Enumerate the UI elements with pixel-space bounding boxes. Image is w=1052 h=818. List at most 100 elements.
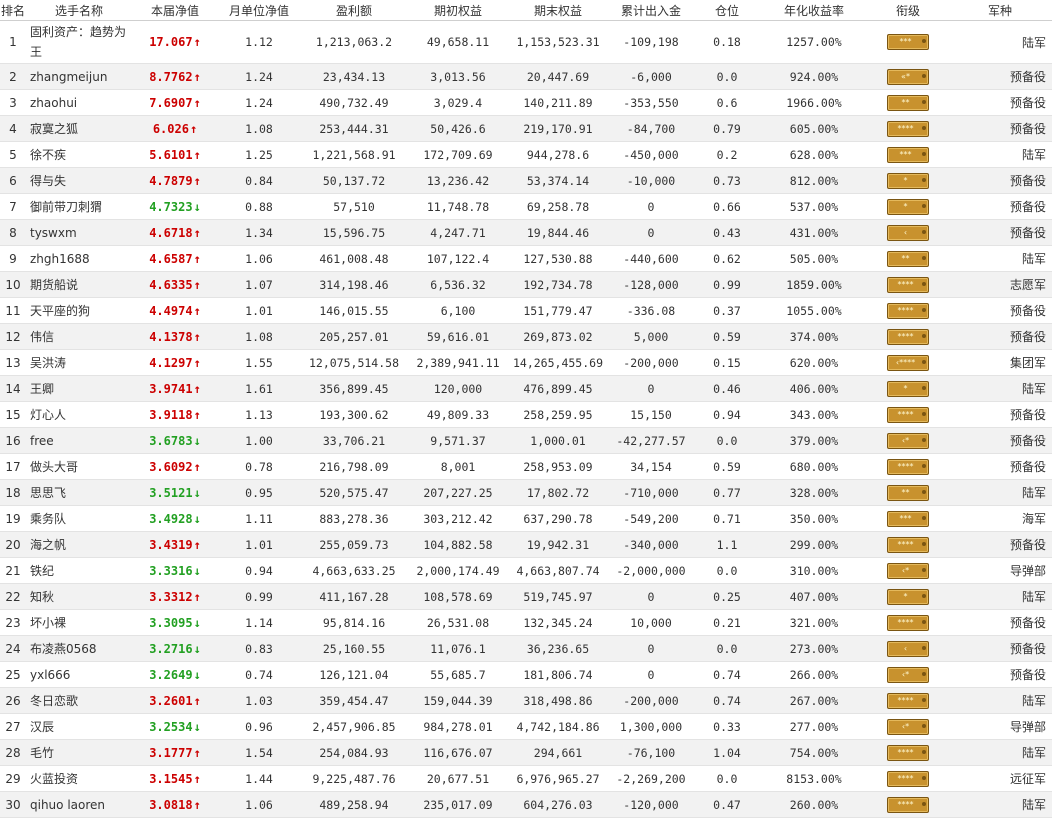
rank-cell: 14 bbox=[0, 375, 26, 402]
end-equity-cell: 4,663,807.74 bbox=[508, 557, 608, 584]
player-name-link[interactable]: 做头大哥 bbox=[26, 453, 132, 480]
player-name-link[interactable]: 寂寞之狐 bbox=[26, 115, 132, 142]
month-nav-cell: 0.88 bbox=[218, 193, 300, 220]
header-profit[interactable]: 盈利额 bbox=[300, 0, 408, 21]
player-name-link[interactable]: 布凌燕0568 bbox=[26, 635, 132, 662]
insignia-stars: ‹**** bbox=[895, 357, 916, 367]
player-name-link[interactable]: 灯心人 bbox=[26, 401, 132, 428]
start-equity-cell: 13,236.42 bbox=[408, 167, 508, 194]
end-equity-cell: 20,447.69 bbox=[508, 63, 608, 90]
annual-return-cell: 267.00% bbox=[760, 687, 868, 714]
nav-value: 4.4974 bbox=[149, 303, 193, 318]
nav-value: 3.9118 bbox=[149, 407, 193, 422]
end-equity-cell: 151,779.47 bbox=[508, 297, 608, 324]
player-name-link[interactable]: free bbox=[26, 427, 132, 454]
player-name-link[interactable]: 固利资产：趋势为王 bbox=[26, 20, 132, 64]
rank-insignia-cell: ‹**** bbox=[868, 349, 948, 376]
net-flow-cell: -440,600 bbox=[608, 245, 694, 272]
nav-value: 6.026 bbox=[152, 121, 189, 136]
player-name-link[interactable]: 吴洪涛 bbox=[26, 349, 132, 376]
rank-insignia-cell: **** bbox=[868, 531, 948, 558]
nav-value: 3.0818 bbox=[149, 797, 193, 812]
player-name-link[interactable]: 毛竹 bbox=[26, 739, 132, 766]
player-name-link[interactable]: 铁纪 bbox=[26, 557, 132, 584]
player-name-link[interactable]: 天平座的狗 bbox=[26, 297, 132, 324]
month-nav-cell: 0.74 bbox=[218, 661, 300, 688]
start-equity-cell: 2,000,174.49 bbox=[408, 557, 508, 584]
player-name-link[interactable]: 得与失 bbox=[26, 167, 132, 194]
end-equity-cell: 1,000.01 bbox=[508, 427, 608, 454]
rank-cell: 18 bbox=[0, 479, 26, 506]
rank-insignia-icon: ** bbox=[887, 94, 929, 111]
player-name-link[interactable]: 火蓝投资 bbox=[26, 765, 132, 792]
month-nav-cell: 1.55 bbox=[218, 349, 300, 376]
player-name-link[interactable]: yxl666 bbox=[26, 661, 132, 688]
header-name: 选手名称 bbox=[26, 0, 132, 21]
header-annual-return[interactable]: 年化收益率 bbox=[760, 0, 868, 21]
profit-cell: 25,160.55 bbox=[300, 635, 408, 662]
player-name-link[interactable]: zhgh1688 bbox=[26, 245, 132, 272]
rank-insignia-cell: «* bbox=[868, 63, 948, 90]
player-name-link[interactable]: 御前带刀刺猬 bbox=[26, 193, 132, 220]
player-name-link[interactable]: 徐不疾 bbox=[26, 141, 132, 168]
army-cell: 预备役 bbox=[948, 609, 1052, 636]
player-name-link[interactable]: tyswxm bbox=[26, 219, 132, 246]
player-name-link[interactable]: 坏小裸 bbox=[26, 609, 132, 636]
nav-value: 3.6092 bbox=[149, 459, 193, 474]
rank-insignia-cell: **** bbox=[868, 765, 948, 792]
end-equity-cell: 4,742,184.86 bbox=[508, 713, 608, 740]
header-rank: 排名 bbox=[0, 0, 26, 21]
player-name-link[interactable]: 期货船说 bbox=[26, 271, 132, 298]
nav-cell: 3.4319↑ bbox=[132, 531, 218, 558]
month-nav-cell: 1.07 bbox=[218, 271, 300, 298]
annual-return-cell: 277.00% bbox=[760, 713, 868, 740]
net-flow-cell: 0 bbox=[608, 661, 694, 688]
net-flow-cell: -2,269,200 bbox=[608, 765, 694, 792]
end-equity-cell: 944,278.6 bbox=[508, 141, 608, 168]
army-cell: 预备役 bbox=[948, 115, 1052, 142]
position-cell: 0.2 bbox=[694, 141, 760, 168]
rank-insignia-icon: **** bbox=[887, 328, 929, 345]
nav-value: 5.6101 bbox=[149, 147, 193, 162]
army-cell: 预备役 bbox=[948, 193, 1052, 220]
player-name-link[interactable]: 冬日恋歌 bbox=[26, 687, 132, 714]
player-name-link[interactable]: qihuo laoren bbox=[26, 791, 132, 818]
player-name-link[interactable]: 思思飞 bbox=[26, 479, 132, 506]
up-arrow-icon: ↑ bbox=[193, 797, 201, 812]
player-name-link[interactable]: 知秋 bbox=[26, 583, 132, 610]
annual-return-cell: 680.00% bbox=[760, 453, 868, 480]
player-name-link[interactable]: zhangmeijun bbox=[26, 63, 132, 90]
player-name-link[interactable]: 乘务队 bbox=[26, 505, 132, 532]
rank-insignia-cell: *** bbox=[868, 505, 948, 532]
header-nav[interactable]: 本届净值 bbox=[132, 0, 218, 21]
player-name-link[interactable]: 汉辰 bbox=[26, 713, 132, 740]
player-name-link[interactable]: zhaohui bbox=[26, 89, 132, 116]
annual-return-cell: 343.00% bbox=[760, 401, 868, 428]
profit-cell: 883,278.36 bbox=[300, 505, 408, 532]
rank-insignia-icon: *** bbox=[887, 510, 929, 527]
start-equity-cell: 984,278.01 bbox=[408, 713, 508, 740]
end-equity-cell: 6,976,965.27 bbox=[508, 765, 608, 792]
table-row: 19 乘务队 3.4928↓ 1.11 883,278.36 303,212.42 637,… bbox=[0, 505, 1052, 532]
header-end-equity[interactable]: 期末权益 bbox=[508, 0, 608, 21]
header-start-equity[interactable]: 期初权益 bbox=[408, 0, 508, 21]
header-net-flow[interactable]: 累计出入金 bbox=[608, 0, 694, 21]
player-name-link[interactable]: 海之帆 bbox=[26, 531, 132, 558]
rank-insignia-icon: ‹ bbox=[887, 640, 929, 657]
nav-value: 4.6587 bbox=[149, 251, 193, 266]
month-nav-cell: 1.08 bbox=[218, 115, 300, 142]
header-position[interactable]: 仓位 bbox=[694, 0, 760, 21]
end-equity-cell: 219,170.91 bbox=[508, 115, 608, 142]
table-row: 23 坏小裸 3.3095↓ 1.14 95,814.16 26,531.08 132,34… bbox=[0, 609, 1052, 636]
army-cell: 陆军 bbox=[948, 739, 1052, 766]
rank-insignia-cell: ** bbox=[868, 245, 948, 272]
start-equity-cell: 26,531.08 bbox=[408, 609, 508, 636]
annual-return-cell: 628.00% bbox=[760, 141, 868, 168]
army-cell: 预备役 bbox=[948, 635, 1052, 662]
player-name-link[interactable]: 伟信 bbox=[26, 323, 132, 350]
nav-cell: 4.6718↑ bbox=[132, 219, 218, 246]
rank-insignia-cell: **** bbox=[868, 401, 948, 428]
down-arrow-icon: ↓ bbox=[193, 199, 201, 214]
player-name-link[interactable]: 王卿 bbox=[26, 375, 132, 402]
header-month-nav[interactable]: 月单位净值 bbox=[218, 0, 300, 21]
